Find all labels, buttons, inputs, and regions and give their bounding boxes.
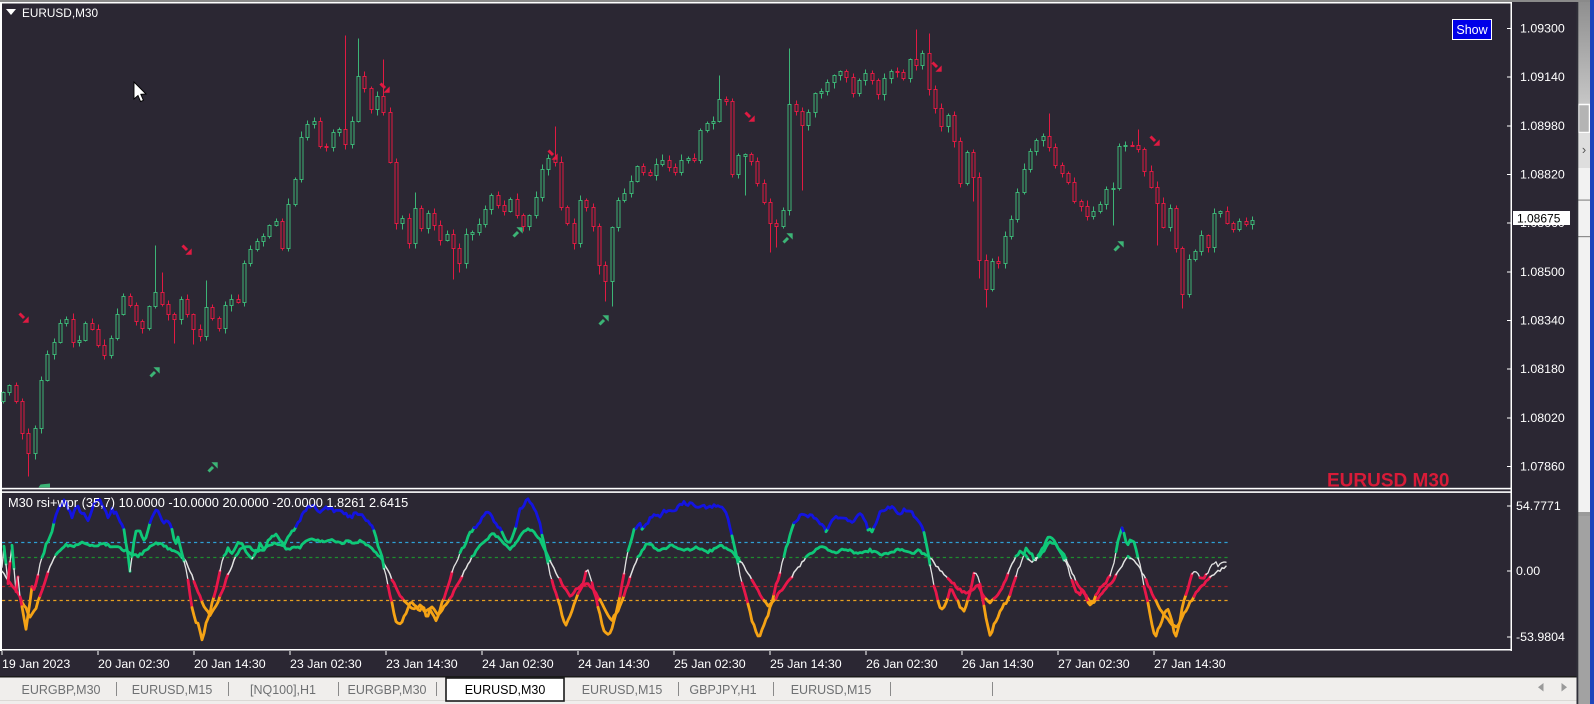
svg-text:›: ›	[1582, 142, 1586, 157]
svg-text:EURUSD,M15: EURUSD,M15	[582, 683, 663, 697]
svg-text:24 Jan 02:30: 24 Jan 02:30	[482, 657, 554, 671]
svg-text:1.08500: 1.08500	[1520, 265, 1565, 279]
svg-text:23 Jan 14:30: 23 Jan 14:30	[386, 657, 458, 671]
svg-text:25 Jan 02:30: 25 Jan 02:30	[674, 657, 746, 671]
svg-text:EURUSD M30: EURUSD M30	[1327, 471, 1449, 492]
svg-text:EURUSD,M15: EURUSD,M15	[791, 683, 872, 697]
svg-text:19 Jan 2023: 19 Jan 2023	[2, 657, 70, 671]
svg-text:EURUSD,M30: EURUSD,M30	[22, 6, 98, 20]
svg-text:26 Jan 14:30: 26 Jan 14:30	[962, 657, 1034, 671]
svg-text:1.08820: 1.08820	[1520, 168, 1565, 182]
svg-text:1.08180: 1.08180	[1520, 362, 1565, 376]
svg-text:1.08020: 1.08020	[1520, 411, 1565, 425]
svg-text:20 Jan 02:30: 20 Jan 02:30	[98, 657, 170, 671]
svg-text:M30 rsi+wpr (35,7) 10.0000 -10: M30 rsi+wpr (35,7) 10.0000 -10.0000 20.0…	[8, 495, 408, 510]
svg-text:Show: Show	[1456, 23, 1488, 37]
svg-text:20 Jan 14:30: 20 Jan 14:30	[194, 657, 266, 671]
svg-text:26 Jan 02:30: 26 Jan 02:30	[866, 657, 938, 671]
svg-text:1.08340: 1.08340	[1520, 314, 1565, 328]
svg-text:24 Jan 14:30: 24 Jan 14:30	[578, 657, 650, 671]
svg-text:EURGBP,M30: EURGBP,M30	[22, 683, 101, 697]
svg-text:EURUSD,M15: EURUSD,M15	[132, 683, 213, 697]
svg-text:27 Jan 14:30: 27 Jan 14:30	[1154, 657, 1226, 671]
svg-text:1.08675: 1.08675	[1517, 212, 1561, 226]
svg-text:EURGBP,M30: EURGBP,M30	[348, 683, 427, 697]
svg-text:23 Jan 02:30: 23 Jan 02:30	[290, 657, 362, 671]
svg-text:1.09140: 1.09140	[1520, 70, 1565, 84]
svg-text:-53.9804: -53.9804	[1516, 630, 1565, 644]
svg-text:1.09300: 1.09300	[1520, 22, 1565, 36]
svg-text:25 Jan 14:30: 25 Jan 14:30	[770, 657, 842, 671]
svg-text:0.00: 0.00	[1516, 564, 1540, 578]
svg-text:27 Jan 02:30: 27 Jan 02:30	[1058, 657, 1130, 671]
svg-text:1.08980: 1.08980	[1520, 119, 1565, 133]
svg-text:[NQ100],H1: [NQ100],H1	[250, 683, 316, 697]
svg-text:1.07860: 1.07860	[1520, 460, 1565, 474]
svg-text:GBPJPY,H1: GBPJPY,H1	[689, 683, 756, 697]
svg-text:54.7771: 54.7771	[1516, 499, 1561, 513]
svg-text:EURUSD,M30: EURUSD,M30	[465, 683, 546, 697]
